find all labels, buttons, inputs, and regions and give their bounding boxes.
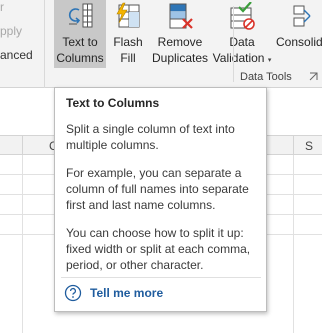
consolidate-label: Consolid: [276, 35, 322, 49]
data-tools-group-label: Data Tools: [240, 71, 292, 83]
chevron-down-icon[interactable]: ▾: [268, 57, 272, 64]
tell-me-more-label[interactable]: Tell me more: [90, 286, 163, 300]
text-to-columns-icon: [68, 3, 93, 28]
tooltip-split-options: You can choose how to split it up: fixed…: [66, 226, 251, 272]
flash-fill-label: Flash Fill: [113, 35, 143, 65]
tooltip-example: For example, you can separate a column o…: [66, 166, 249, 212]
ribbon: r pply anced Text to Columns Flash Fill …: [0, 0, 322, 88]
tooltip-title: Text to Columns: [66, 96, 160, 110]
text-to-columns-button[interactable]: Text to Columns: [54, 0, 106, 68]
partial-ribbon-group: r pply anced: [0, 0, 45, 88]
tooltip-divider: [61, 277, 261, 278]
data-validation-button[interactable]: Data Validation ▾: [210, 0, 274, 68]
reapply-partial-label[interactable]: pply: [0, 24, 22, 38]
remove-duplicates-label: Remove Duplicates: [151, 35, 209, 65]
consolidate-button[interactable]: Consolid: [276, 0, 322, 68]
partial-ribbon-item[interactable]: r: [0, 0, 4, 14]
data-validation-label: Data Validation ▾: [212, 35, 272, 65]
dialog-launcher-icon[interactable]: [304, 70, 322, 84]
group-separator: [233, 6, 234, 82]
flash-fill-icon: [116, 2, 140, 28]
consolidate-icon: [293, 5, 311, 27]
column-line: [22, 155, 23, 333]
tooltip-description: Split a single column of text into multi…: [66, 122, 235, 152]
flash-fill-button[interactable]: Flash Fill: [108, 0, 148, 68]
remove-duplicates-button[interactable]: Remove Duplicates: [150, 0, 210, 68]
advanced-partial-label[interactable]: anced: [0, 48, 33, 62]
remove-duplicates-icon: [169, 3, 193, 29]
column-line: [293, 155, 294, 333]
question-circle-icon: [64, 284, 82, 302]
column-header-s[interactable]: S: [305, 139, 313, 153]
text-to-columns-label: Text to Columns: [56, 35, 104, 65]
text-to-columns-tooltip: Text to Columns Split a single column of…: [54, 87, 267, 312]
